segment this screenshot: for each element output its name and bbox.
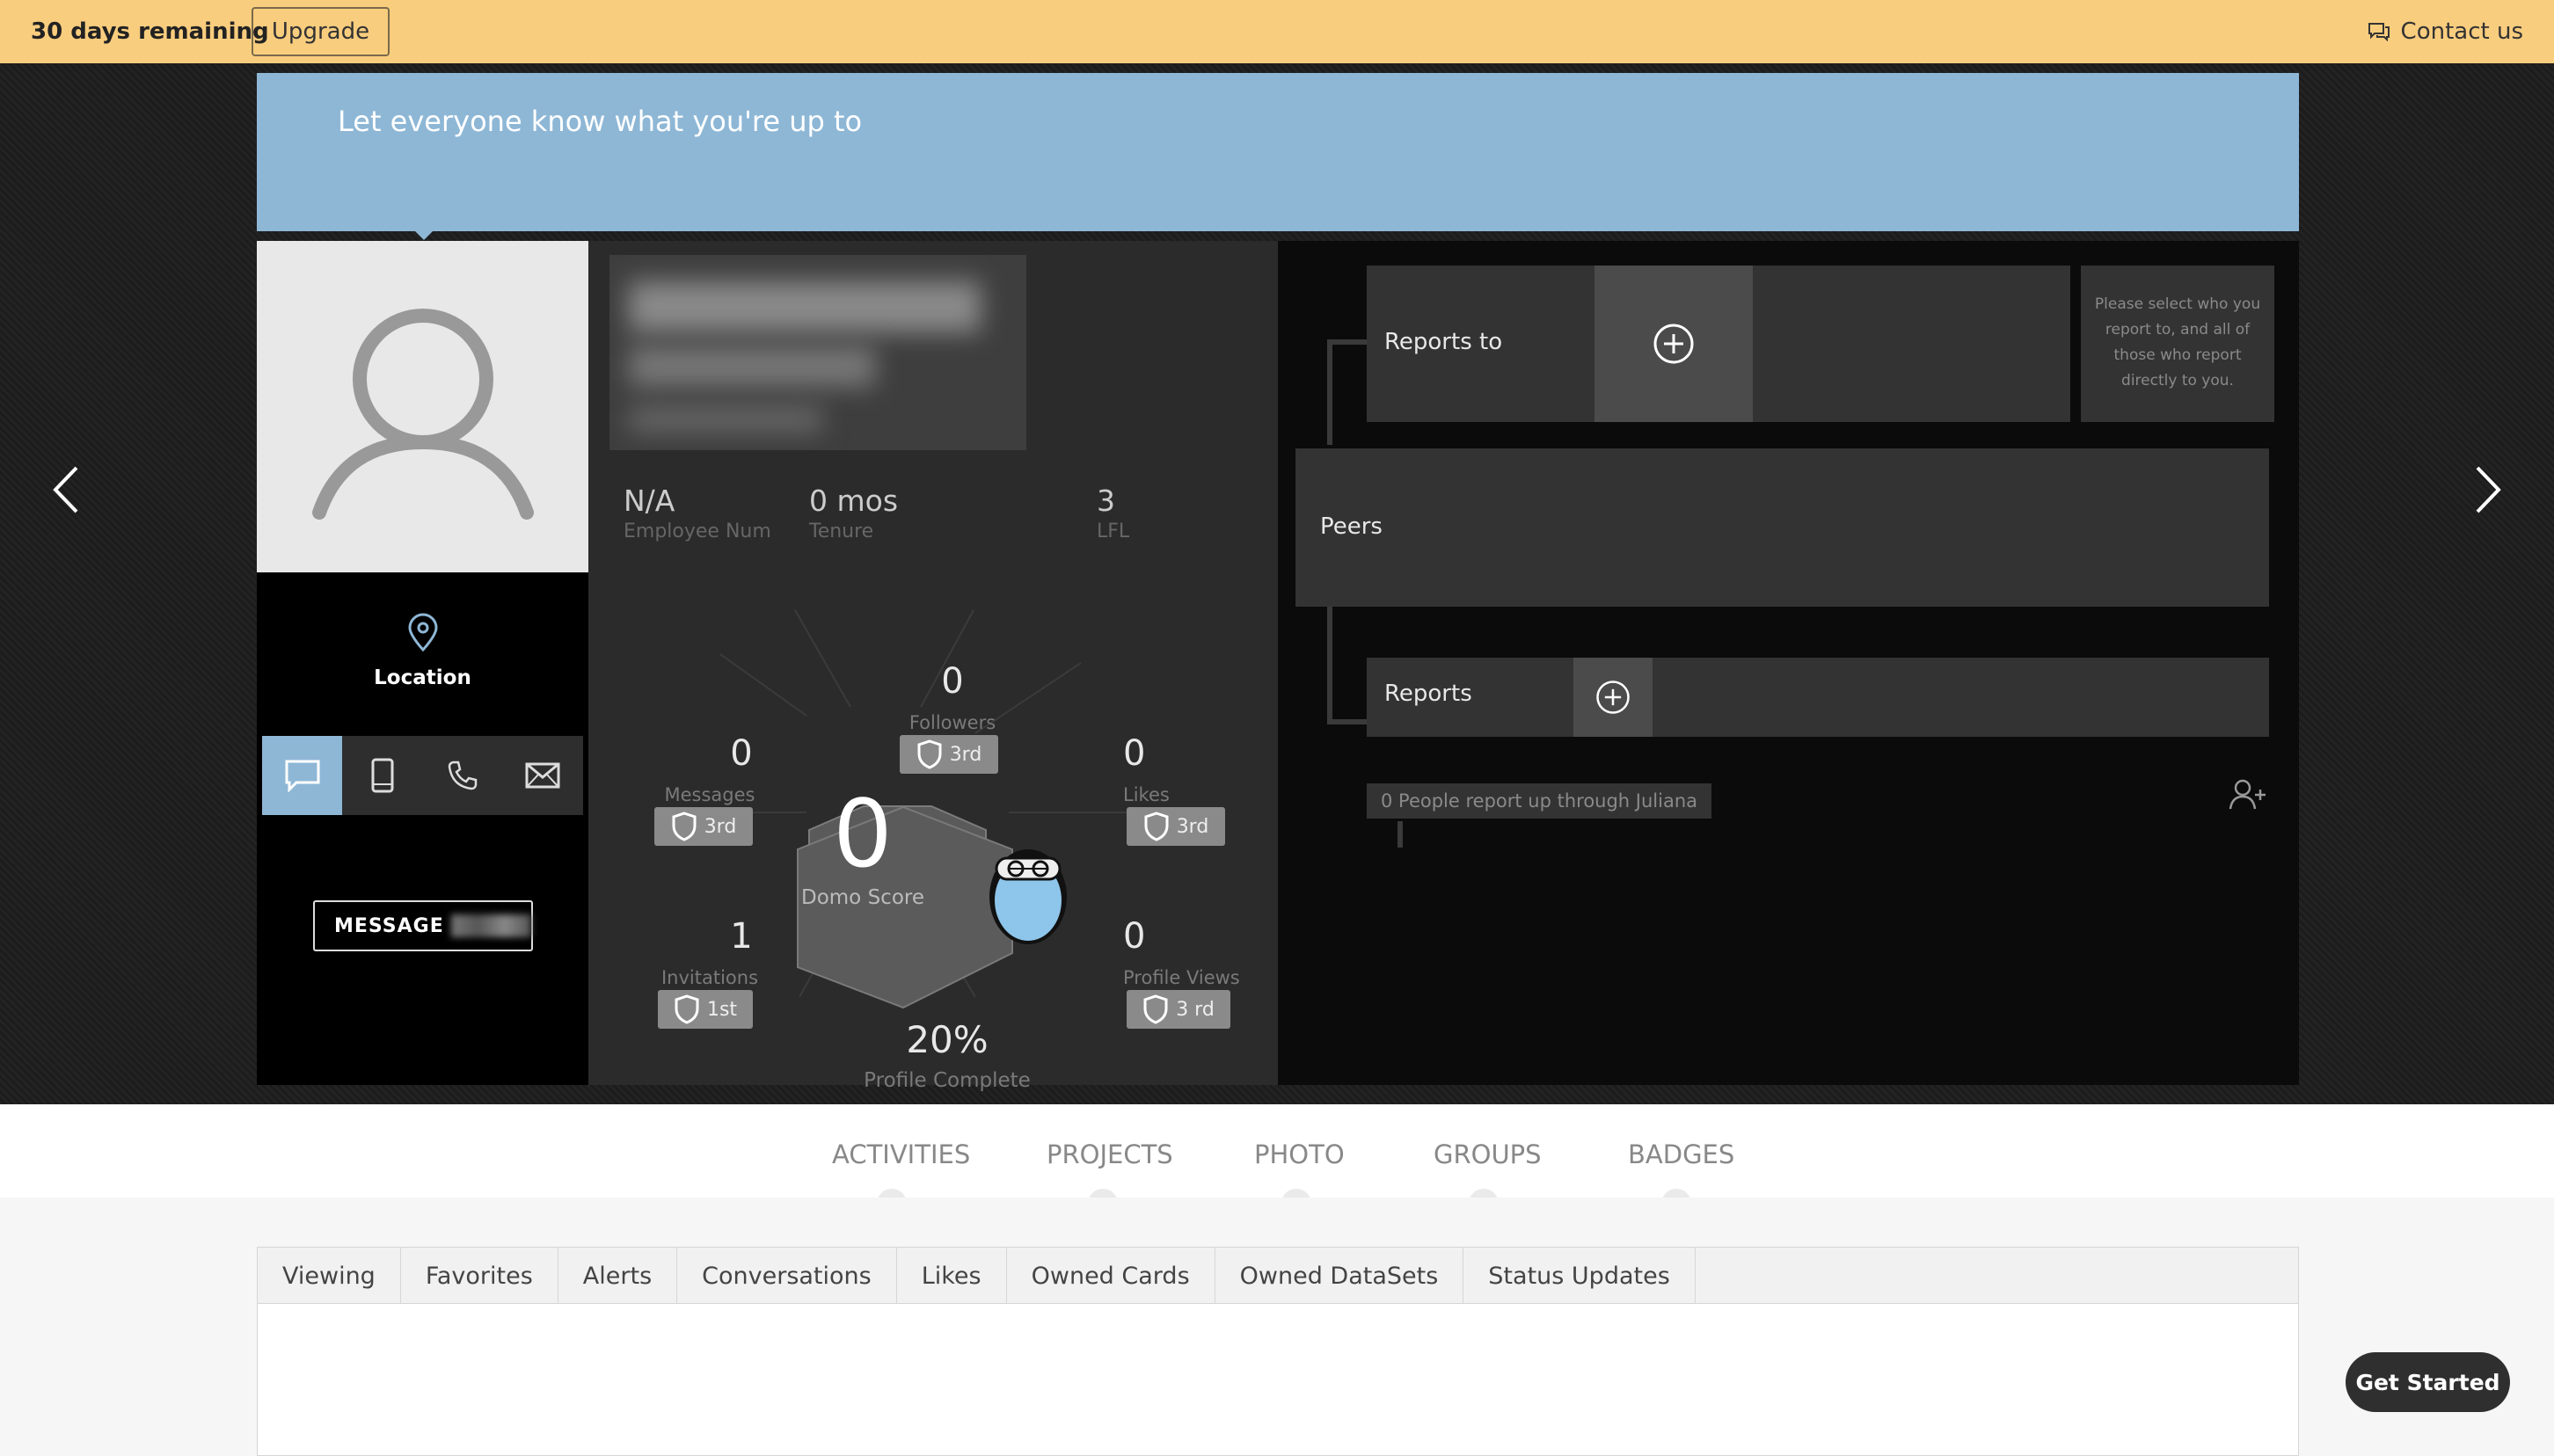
chevron-left-icon: [53, 466, 78, 513]
get-started-button[interactable]: Get Started: [2346, 1352, 2510, 1412]
likes-rank-badge: 3rd: [1127, 807, 1225, 846]
subtab-owned-datasets[interactable]: Owned DataSets: [1215, 1248, 1464, 1304]
messages-label: Messages: [664, 784, 755, 805]
invitations-count: 1: [730, 916, 753, 957]
message-bubble-icon: [285, 760, 320, 792]
tab-projects[interactable]: PROJECTS: [1047, 1139, 1173, 1169]
tab-badges[interactable]: BADGES: [1628, 1139, 1734, 1169]
activity-content: [257, 1303, 2299, 1456]
reports-row: Reports: [1367, 658, 2269, 737]
contact-us-label: Contact us: [2400, 18, 2523, 45]
profile-card: Location MESSAGE N/A Employee Num 0 mos …: [257, 241, 2299, 1124]
days-remaining-text: 30 days remaining: [31, 18, 269, 45]
reports-to-label: Reports to: [1384, 329, 1503, 355]
profile-views-label: Profile Views: [1123, 967, 1240, 988]
add-manager-button[interactable]: [1594, 266, 1753, 422]
trial-banner: 30 days remaining Upgrade Contact us: [0, 0, 2554, 63]
status-caret: [415, 231, 433, 240]
invitations-label: Invitations: [660, 967, 759, 988]
domo-mascot-icon: [989, 849, 1067, 944]
blurred-name: [450, 914, 531, 937]
status-update-bar: [257, 73, 2299, 231]
message-button-label: MESSAGE: [334, 914, 444, 937]
previous-profile-arrow[interactable]: [40, 450, 92, 529]
plus-circle-icon: [1653, 324, 1694, 364]
tab-activities[interactable]: ACTIVITIES: [832, 1139, 970, 1169]
subtab-status-updates[interactable]: Status Updates: [1463, 1248, 1696, 1304]
chat-button[interactable]: [262, 736, 343, 815]
followers-rank: 3rd: [949, 743, 982, 766]
likes-rank: 3rd: [1176, 815, 1209, 838]
reports-label: Reports: [1384, 681, 1472, 707]
plus-circle-icon: [1596, 681, 1630, 714]
subtab-viewing[interactable]: Viewing: [258, 1248, 401, 1304]
avatar[interactable]: [257, 241, 588, 572]
likes-count: 0: [1123, 733, 1146, 774]
mobile-phone-icon: [371, 758, 394, 793]
shield-icon: [675, 994, 699, 1024]
location-pin-icon: [408, 613, 438, 652]
profile-views-count: 0: [1123, 916, 1146, 957]
peers-row: Peers: [1295, 448, 2269, 607]
subtab-alerts[interactable]: Alerts: [558, 1248, 678, 1304]
next-profile-arrow[interactable]: [2462, 450, 2514, 529]
add-report-button[interactable]: [1573, 658, 1653, 737]
likes-label: Likes: [1123, 784, 1170, 805]
shield-icon: [1144, 812, 1169, 841]
message-user-button[interactable]: MESSAGE: [313, 900, 533, 951]
shield-icon: [1143, 994, 1168, 1024]
shield-icon: [917, 739, 942, 769]
messages-rank-badge: 3rd: [654, 807, 753, 846]
user-silhouette-icon: [311, 308, 534, 520]
domo-score-label: Domo Score: [801, 886, 924, 909]
stats-panel: N/A Employee Num 0 mos Tenure 3 LFL 0 Fo…: [588, 241, 1278, 1124]
tab-groups[interactable]: GROUPS: [1434, 1139, 1542, 1169]
upgrade-button[interactable]: Upgrade: [252, 7, 390, 56]
report-count-tag: 0 People report up through Juliana: [1367, 783, 1712, 819]
phone-icon: [448, 761, 478, 790]
domo-score-value: 0: [833, 780, 893, 888]
subtab-likes[interactable]: Likes: [897, 1248, 1007, 1304]
messages-count: 0: [730, 733, 753, 774]
chat-icon: [2368, 23, 2390, 41]
profile-hero: Location: [0, 63, 2554, 1124]
followers-label: Followers: [908, 712, 996, 733]
contact-methods: [262, 736, 583, 815]
contact-us-link[interactable]: Contact us: [2368, 17, 2523, 47]
envelope-icon: [525, 762, 560, 789]
activity-subtabs: Viewing Favorites Alerts Conversations L…: [257, 1247, 2299, 1305]
profile-complete-value: 20%: [906, 1018, 989, 1061]
status-update-input[interactable]: [338, 99, 1657, 143]
followers-count: 0: [941, 661, 964, 702]
org-chart-panel: Reports to Please select who you report …: [1278, 241, 2299, 1085]
email-button[interactable]: [502, 736, 583, 815]
invitations-rank: 1st: [706, 998, 738, 1021]
invitations-rank-badge: 1st: [658, 990, 753, 1029]
location-label: Location: [374, 666, 471, 689]
chevron-right-icon: [2476, 466, 2501, 513]
tab-photo[interactable]: PHOTO: [1254, 1139, 1345, 1169]
subtab-favorites[interactable]: Favorites: [401, 1248, 558, 1304]
subtab-conversations[interactable]: Conversations: [677, 1248, 897, 1304]
profile-complete-label: Profile Complete: [864, 1069, 1031, 1092]
subtab-owned-cards[interactable]: Owned Cards: [1007, 1248, 1215, 1304]
peers-label: Peers: [1320, 513, 1383, 540]
mobile-button[interactable]: [342, 736, 423, 815]
followers-rank-badge: 3rd: [900, 735, 998, 774]
add-user-icon[interactable]: [2229, 779, 2267, 811]
profile-views-rank: 3 rd: [1176, 998, 1215, 1021]
messages-rank: 3rd: [704, 815, 737, 838]
org-hint-text: Please select who you report to, and all…: [2081, 266, 2274, 422]
shield-icon: [672, 812, 697, 841]
phone-button[interactable]: [422, 736, 503, 815]
profile-views-rank-badge: 3 rd: [1127, 990, 1230, 1029]
profile-tab-bar: ACTIVITIES PROJECTS PHOTO GROUPS BADGES: [0, 1104, 2554, 1219]
